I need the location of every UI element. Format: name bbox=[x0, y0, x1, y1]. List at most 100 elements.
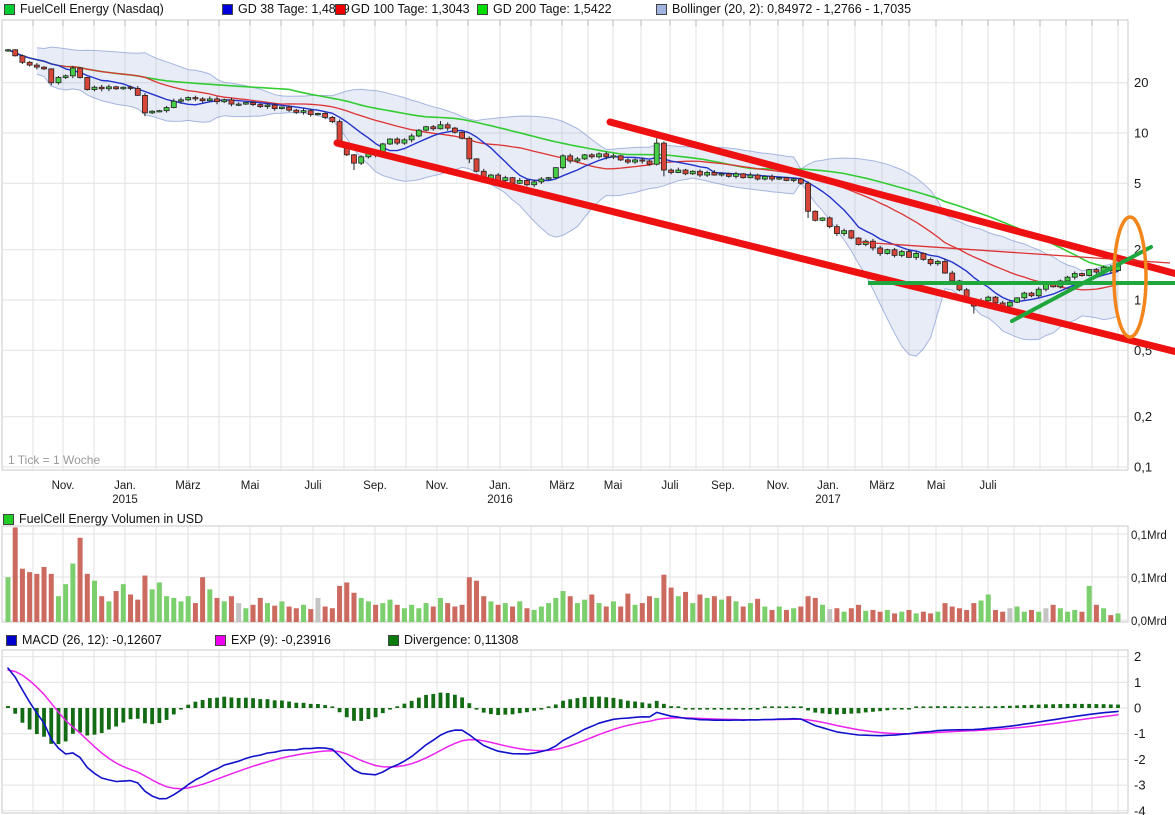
divergence-bar bbox=[590, 697, 594, 708]
divergence-bar bbox=[921, 706, 925, 708]
volume-bar bbox=[99, 596, 104, 622]
divergence-bar bbox=[669, 706, 673, 708]
volume-bar bbox=[712, 596, 717, 622]
volume-bar bbox=[726, 596, 731, 622]
volume-bar bbox=[323, 607, 328, 622]
volume-bar bbox=[301, 605, 306, 622]
volume-bar bbox=[1079, 612, 1084, 622]
volume-bar bbox=[517, 601, 522, 622]
divergence-bar bbox=[965, 706, 969, 708]
divergence-bar bbox=[323, 705, 327, 708]
bollinger-swatch-icon bbox=[656, 4, 667, 15]
volume-bar bbox=[762, 607, 767, 622]
divergence-bar bbox=[121, 708, 125, 723]
legend-item-gd200: GD 200 Tage: 1,5422 bbox=[477, 2, 612, 16]
divergence-bar bbox=[266, 699, 270, 708]
divergence-bar bbox=[648, 704, 652, 708]
svg-text:1: 1 bbox=[1134, 293, 1141, 308]
volume-bar bbox=[85, 574, 90, 622]
divergence-bar bbox=[568, 699, 572, 708]
svg-text:2: 2 bbox=[1134, 649, 1141, 664]
svg-text:2016: 2016 bbox=[487, 494, 513, 506]
divergence-bar bbox=[64, 708, 68, 741]
volume-bar bbox=[308, 609, 313, 622]
divergence-bar bbox=[763, 706, 767, 708]
volume-bar bbox=[416, 608, 421, 622]
volume-bar bbox=[114, 591, 119, 622]
divergence-bar bbox=[741, 708, 745, 710]
volume-bar bbox=[157, 582, 162, 622]
divergence-bar bbox=[439, 693, 443, 708]
divergence-bar bbox=[950, 706, 954, 708]
volume-bar bbox=[150, 589, 155, 622]
divergence-bar bbox=[799, 706, 803, 708]
divergence-bar bbox=[273, 700, 277, 708]
divergence-bar bbox=[388, 708, 392, 710]
gd200-swatch-icon bbox=[477, 4, 488, 15]
divergence-bar bbox=[1094, 704, 1098, 708]
volume-bar bbox=[351, 593, 356, 622]
divergence-bar bbox=[662, 704, 666, 708]
volume-bar bbox=[315, 598, 320, 622]
divergence-bar bbox=[878, 708, 882, 711]
divergence-bar bbox=[936, 706, 940, 708]
volume-bar bbox=[806, 596, 811, 622]
volume-bar bbox=[770, 610, 775, 622]
legend-item-divergence: Divergence: 0,11308 bbox=[388, 633, 518, 647]
divergence-bar bbox=[619, 699, 623, 708]
divergence-bar bbox=[1073, 704, 1077, 708]
divergence-bar bbox=[482, 708, 486, 713]
divergence-bar bbox=[842, 708, 846, 714]
volume-bar bbox=[164, 596, 169, 622]
divergence-bar bbox=[21, 708, 25, 723]
divergence-bar bbox=[720, 708, 724, 710]
chart-canvas[interactable]: 20105210,50,20,10,1Mrd0,1Mrd0,0Mrd210-1-… bbox=[0, 0, 1175, 815]
volume-bar bbox=[13, 527, 18, 622]
volume-bar bbox=[1051, 605, 1056, 622]
fuelcell-swatch-icon bbox=[4, 4, 15, 15]
svg-text:0: 0 bbox=[1134, 701, 1141, 716]
volume-bar bbox=[964, 610, 969, 622]
highlight-ellipse[interactable] bbox=[1114, 217, 1146, 337]
gd38-swatch-icon bbox=[222, 4, 233, 15]
volume-bar bbox=[827, 609, 832, 622]
divergence-bar bbox=[597, 697, 601, 708]
legend-label: FuelCell Energy (Nasdaq) bbox=[20, 2, 164, 16]
macd-swatch-icon bbox=[6, 635, 17, 646]
volume-bar bbox=[971, 603, 976, 622]
divergence-bar bbox=[907, 708, 911, 710]
volume-bar bbox=[1022, 612, 1027, 622]
divergence-bar bbox=[828, 708, 832, 714]
divergence-bar bbox=[525, 708, 529, 712]
divergence-bar bbox=[309, 704, 313, 708]
divergence-bar bbox=[885, 708, 889, 710]
gd100-swatch-icon bbox=[335, 4, 346, 15]
volume-bar bbox=[460, 605, 465, 622]
divergence-bar bbox=[287, 702, 291, 708]
legend-item-macd: MACD (26, 12): -0,12607 bbox=[6, 633, 162, 647]
divergence-bar bbox=[1030, 705, 1034, 708]
volume-bar bbox=[409, 605, 414, 622]
volume-bar bbox=[719, 600, 724, 622]
divergence-bar bbox=[244, 698, 248, 708]
divergence-bar bbox=[1066, 704, 1070, 708]
volume-bar bbox=[561, 591, 566, 622]
volume-bar bbox=[777, 607, 782, 622]
volume-bar bbox=[265, 603, 270, 622]
divergence-bar bbox=[157, 708, 161, 723]
volume-bar bbox=[690, 603, 695, 622]
volume-bar bbox=[20, 569, 25, 622]
volume-bar bbox=[870, 610, 875, 622]
svg-text:Juli: Juli bbox=[979, 480, 996, 492]
volume-bar bbox=[272, 606, 277, 622]
volume-bar bbox=[6, 577, 11, 622]
volume-bar bbox=[171, 598, 176, 622]
divergence-bar bbox=[294, 703, 298, 708]
divergence-bar bbox=[547, 706, 551, 708]
volume-bar bbox=[186, 596, 191, 622]
volume-bar bbox=[510, 607, 515, 622]
divergence-bar bbox=[792, 706, 796, 708]
volume-bar bbox=[366, 601, 371, 622]
divergence-bar bbox=[496, 708, 500, 715]
divergence-bar bbox=[194, 702, 198, 708]
